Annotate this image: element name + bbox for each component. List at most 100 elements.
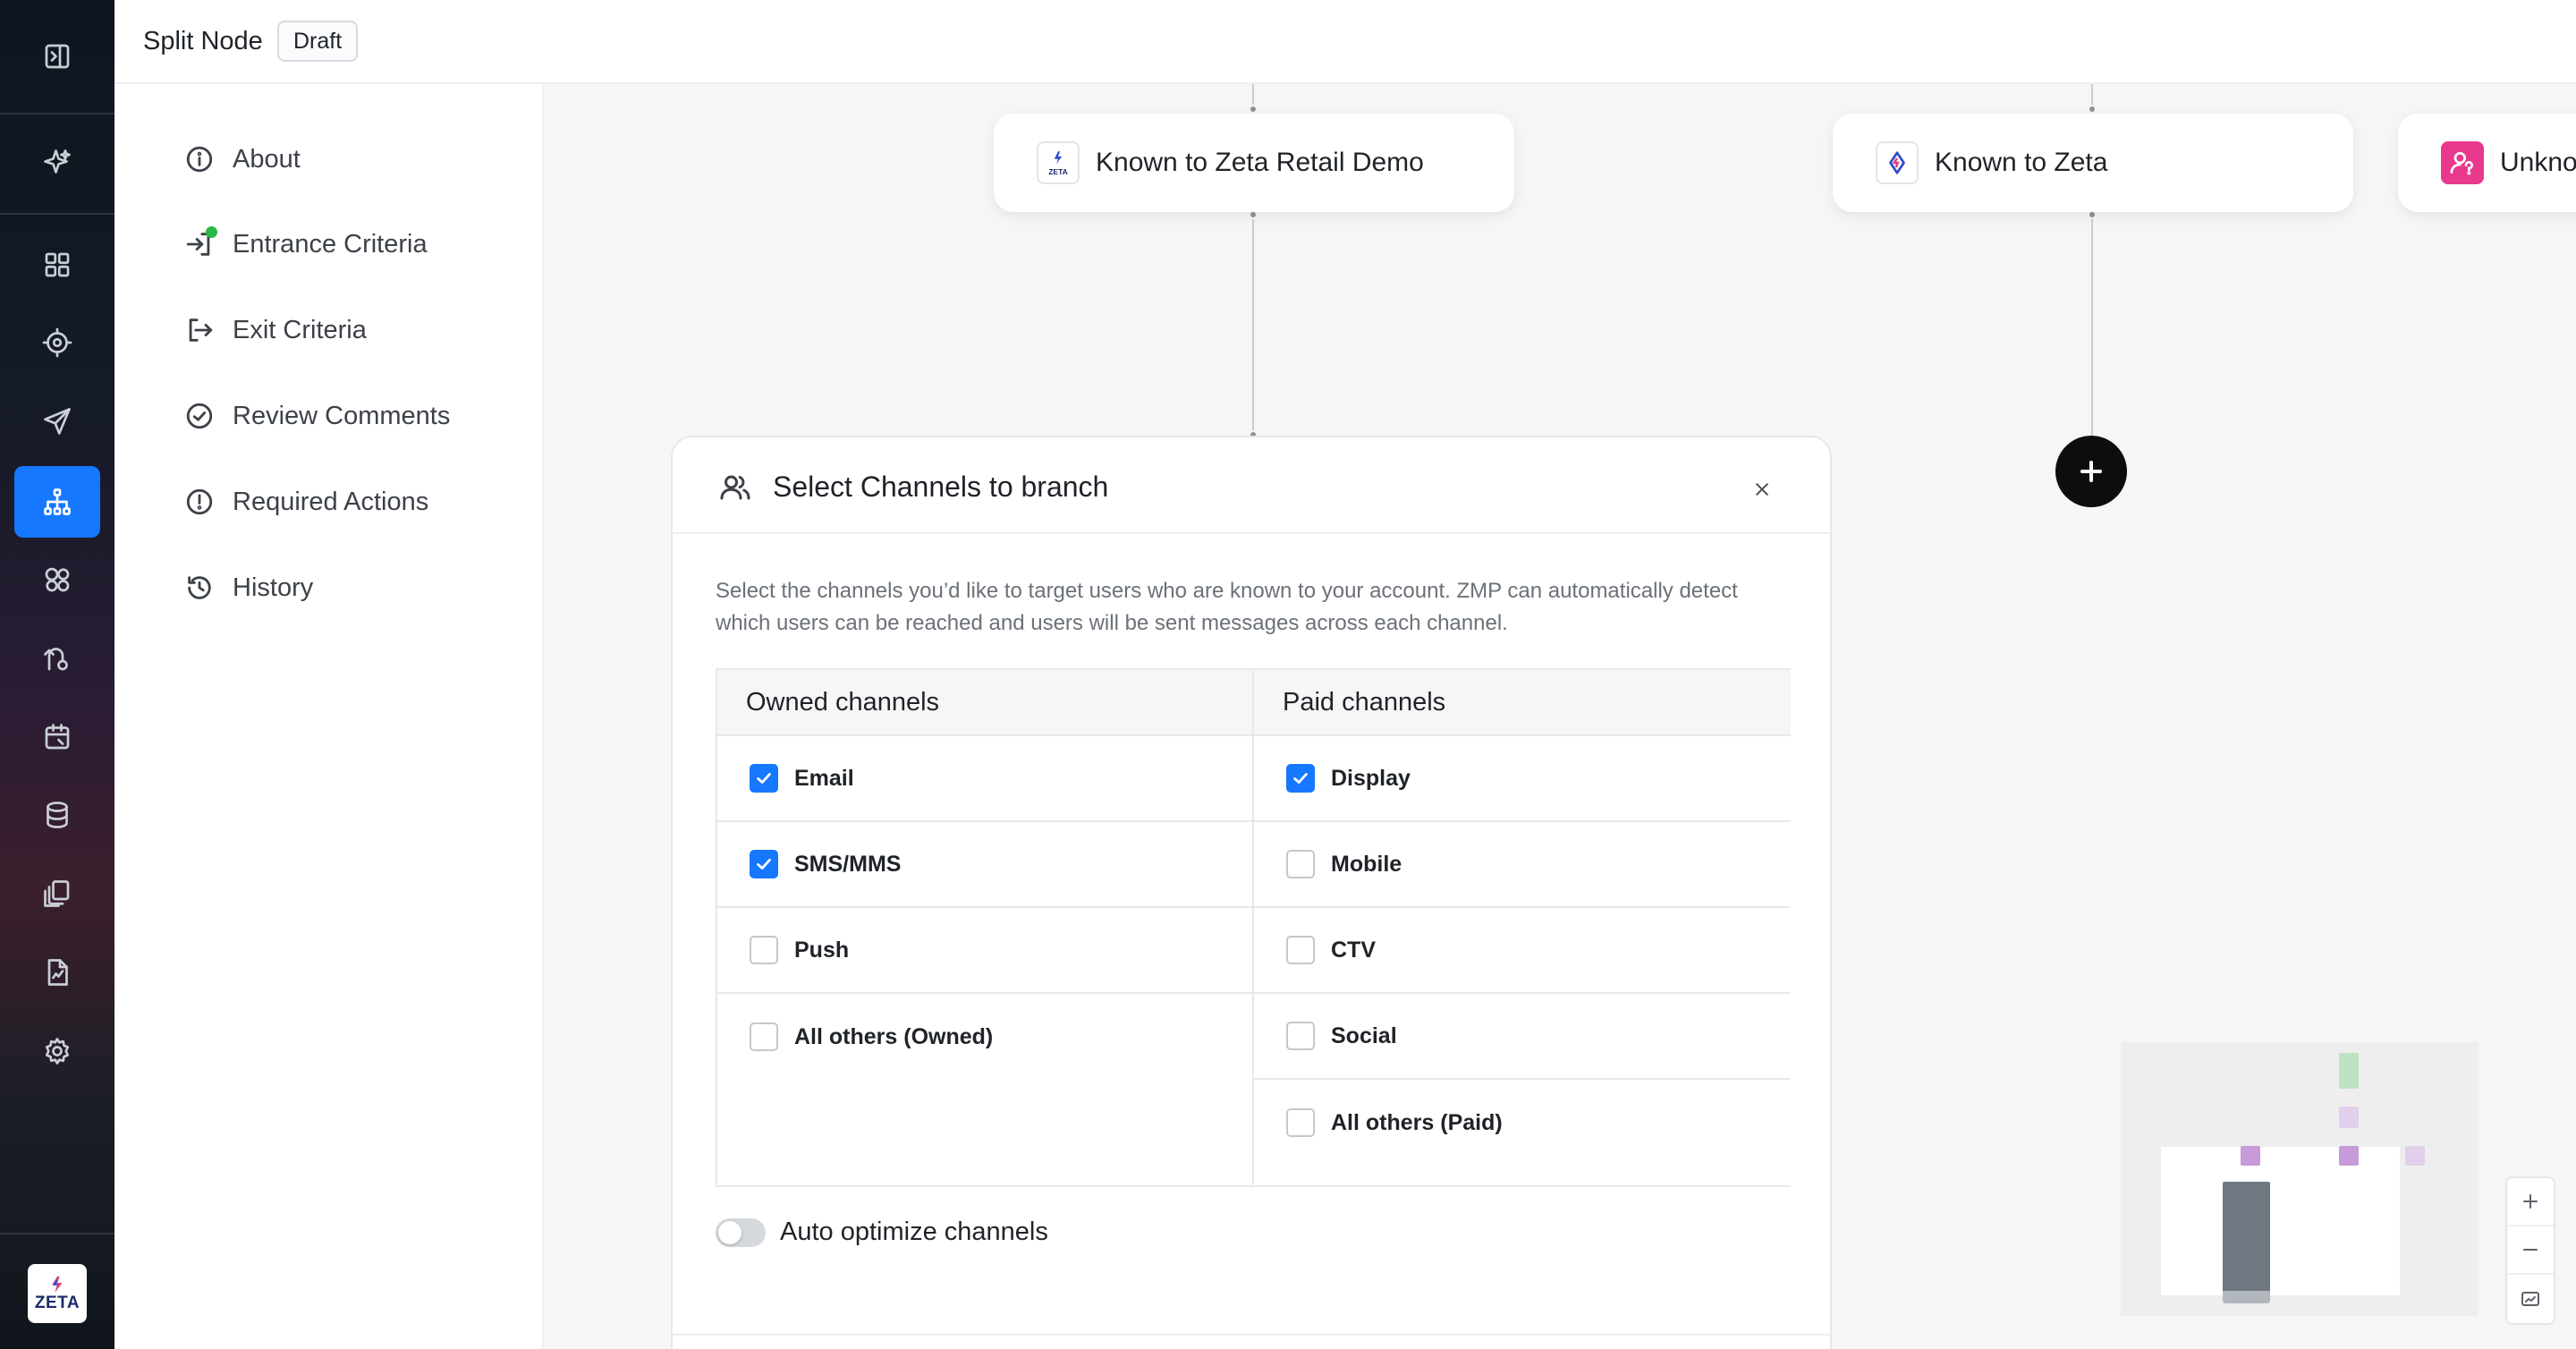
channel-label: Social bbox=[1331, 1022, 1397, 1048]
unknown-user-icon bbox=[2441, 141, 2484, 184]
add-node-button[interactable] bbox=[2055, 436, 2127, 507]
channel-label: Push bbox=[794, 937, 850, 963]
zeta-icon bbox=[1876, 141, 1919, 184]
channel-label: All others (Paid) bbox=[1331, 1109, 1503, 1135]
node-settings-menu: About Entrance Criteria Exit Criteria Re… bbox=[114, 84, 544, 1349]
menu-item-about[interactable]: About bbox=[184, 132, 301, 186]
column-header: Paid channels bbox=[1254, 670, 1791, 736]
check-icon bbox=[757, 859, 771, 870]
dialog-header: Select Channels to branch bbox=[673, 437, 1830, 534]
menu-item-exit-criteria[interactable]: Exit Criteria bbox=[184, 303, 367, 357]
social-checkbox[interactable] bbox=[1286, 1022, 1315, 1050]
target-icon[interactable] bbox=[14, 307, 100, 378]
minimap-dialog-foot bbox=[2223, 1291, 2270, 1303]
zoom-out-button[interactable] bbox=[2507, 1226, 2554, 1275]
menu-item-required-actions[interactable]: Required Actions bbox=[184, 475, 428, 529]
close-icon bbox=[1756, 483, 1768, 496]
channel-row-all-others-owned[interactable]: All others (Owned) bbox=[717, 994, 1252, 1080]
display-checkbox[interactable] bbox=[1286, 764, 1315, 793]
sms-checkbox[interactable] bbox=[750, 850, 778, 878]
users-icon bbox=[719, 471, 751, 504]
journey-node[interactable]: Unkno bbox=[2398, 114, 2576, 212]
email-checkbox[interactable] bbox=[750, 764, 778, 793]
menu-item-label: History bbox=[233, 573, 314, 602]
node-label: Known to Zeta bbox=[1935, 148, 2108, 177]
panel-toggle-icon[interactable] bbox=[14, 21, 100, 92]
journey-icon[interactable] bbox=[14, 623, 100, 694]
journey-canvas[interactable]: ZETA Known to Zeta Retail Demo Known to … bbox=[544, 84, 2576, 1349]
report-icon[interactable] bbox=[14, 937, 100, 1008]
channels-table: Owned channels Email SMS/MMS Push All ot… bbox=[716, 668, 1791, 1187]
check-icon bbox=[1293, 773, 1308, 784]
menu-item-history[interactable]: History bbox=[184, 561, 313, 615]
channel-row-sms[interactable]: SMS/MMS bbox=[717, 822, 1252, 908]
toggle-knob bbox=[718, 1220, 741, 1244]
connector-port[interactable] bbox=[2088, 105, 2097, 114]
history-icon bbox=[188, 576, 211, 599]
page-title: Split Node bbox=[143, 27, 263, 55]
database-icon[interactable] bbox=[14, 779, 100, 851]
minimap-node bbox=[2339, 1053, 2359, 1089]
dialog-description: Select the channels you’d like to target… bbox=[716, 579, 1738, 635]
channel-row-display[interactable]: Display bbox=[1254, 736, 1791, 822]
fit-view-button[interactable] bbox=[2507, 1275, 2554, 1323]
menu-item-label: Review Comments bbox=[233, 401, 451, 430]
check-circle-icon bbox=[186, 403, 213, 429]
check-icon bbox=[757, 773, 771, 784]
channel-row-email[interactable]: Email bbox=[717, 736, 1252, 822]
connector-line bbox=[2091, 215, 2093, 438]
svg-text:ZETA: ZETA bbox=[1048, 167, 1068, 176]
zoom-in-button[interactable] bbox=[2507, 1178, 2554, 1226]
connector-port[interactable] bbox=[1249, 105, 1258, 114]
mobile-checkbox[interactable] bbox=[1286, 850, 1315, 878]
channel-label: All others (Owned) bbox=[794, 1023, 994, 1049]
column-header: Owned channels bbox=[717, 670, 1252, 736]
channel-row-mobile[interactable]: Mobile bbox=[1254, 822, 1791, 908]
channel-row-push[interactable]: Push bbox=[717, 908, 1252, 994]
calendar-icon[interactable] bbox=[14, 701, 100, 773]
channel-row-ctv[interactable]: CTV bbox=[1254, 908, 1791, 994]
minimap-node bbox=[2241, 1146, 2260, 1166]
channel-label: SMS/MMS bbox=[794, 851, 902, 877]
minimap[interactable] bbox=[2121, 1042, 2479, 1316]
channel-row-all-others-paid[interactable]: All others (Paid) bbox=[1254, 1080, 1791, 1166]
fit-view-icon bbox=[2521, 1292, 2539, 1306]
plus-icon bbox=[2523, 1194, 2538, 1209]
zeta-logo[interactable]: ZETA bbox=[28, 1264, 87, 1323]
dashboard-icon[interactable] bbox=[14, 229, 100, 301]
channel-label: Email bbox=[794, 765, 854, 791]
sparkle-icon[interactable] bbox=[14, 127, 100, 199]
auto-optimize-toggle[interactable] bbox=[716, 1217, 766, 1247]
dialog-footer-divider bbox=[673, 1334, 1830, 1336]
exit-icon bbox=[189, 318, 213, 342]
menu-item-review-comments[interactable]: Review Comments bbox=[184, 389, 450, 443]
menu-item-label: Entrance Criteria bbox=[233, 229, 428, 259]
journey-node[interactable]: ZETA Known to Zeta Retail Demo bbox=[994, 114, 1514, 212]
push-checkbox[interactable] bbox=[750, 936, 778, 964]
select-channels-dialog: Select Channels to branch Select the cha… bbox=[671, 436, 1832, 1349]
channel-label: CTV bbox=[1331, 937, 1376, 963]
menu-item-label: Exit Criteria bbox=[233, 315, 367, 344]
minimap-dialog-shape bbox=[2223, 1182, 2270, 1298]
plus-icon bbox=[2080, 461, 2102, 482]
send-icon[interactable] bbox=[14, 386, 100, 457]
gear-icon[interactable] bbox=[14, 1015, 100, 1087]
all-others-owned-checkbox[interactable] bbox=[750, 1022, 778, 1051]
alert-circle-icon bbox=[186, 488, 213, 515]
menu-item-label: About bbox=[233, 144, 301, 174]
minimap-node bbox=[2405, 1146, 2425, 1166]
ctv-checkbox[interactable] bbox=[1286, 936, 1315, 964]
channel-row-social[interactable]: Social bbox=[1254, 994, 1791, 1080]
all-others-paid-checkbox[interactable] bbox=[1286, 1108, 1315, 1137]
minimap-viewport bbox=[2161, 1147, 2400, 1295]
rail-divider bbox=[0, 213, 114, 215]
close-button[interactable] bbox=[1746, 473, 1778, 505]
menu-item-entrance-criteria[interactable]: Entrance Criteria bbox=[184, 217, 428, 271]
hierarchy-icon[interactable] bbox=[14, 466, 100, 538]
menu-item-label: Required Actions bbox=[233, 487, 429, 516]
zoom-controls bbox=[2505, 1176, 2555, 1325]
minimap-node bbox=[2339, 1146, 2359, 1166]
segments-icon[interactable] bbox=[14, 544, 100, 615]
library-icon[interactable] bbox=[14, 858, 100, 929]
journey-node[interactable]: Known to Zeta bbox=[1833, 114, 2353, 212]
